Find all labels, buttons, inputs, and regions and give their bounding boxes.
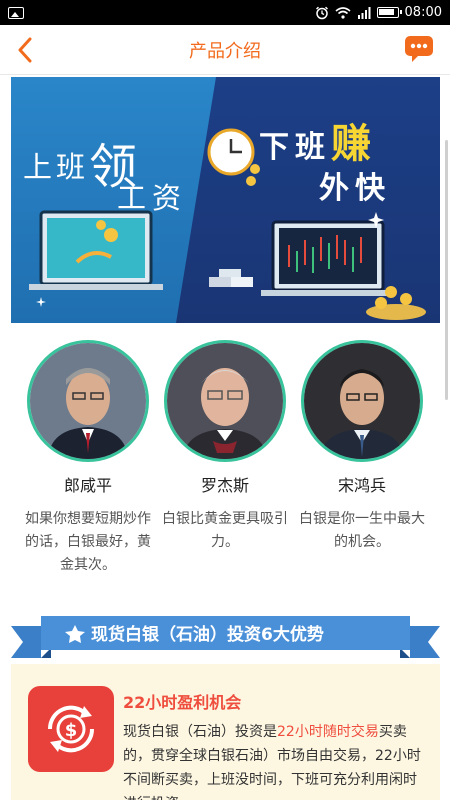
chat-button[interactable] (404, 35, 434, 63)
expert-name: 宋鸿兵 (337, 476, 386, 495)
expert-card[interactable]: 郎咸平 如果你想要短期炒作的话，白银最好，黄金其次。 (20, 340, 156, 577)
banner-right-line2: 外快 (319, 171, 391, 206)
avatar (301, 340, 423, 462)
svg-text:$: $ (65, 720, 78, 741)
wifi-icon (335, 6, 351, 19)
money-cycle-icon: $ (28, 686, 114, 772)
battery-icon (376, 7, 402, 18)
advantage-card: $ 22小时盈利机会 现货白银（石油）投资是22小时随时交易买卖的，贯穿全球白银… (11, 664, 440, 800)
expert-quote: 白银是你一生中最大的机会。 (299, 511, 425, 550)
expert-quote: 白银比黄金更具吸引力。 (162, 511, 288, 550)
advantage-title: 22小时盈利机会 (123, 693, 242, 712)
expert-quote: 如果你想要短期炒作的话，白银最好，黄金其次。 (25, 511, 151, 573)
promo-banner[interactable]: 上班领 工资 下班赚 外快 (11, 77, 440, 323)
experts-row: 郎咸平 如果你想要短期炒作的话，白银最好，黄金其次。 罗杰斯 白银比黄金更具吸引… (20, 340, 430, 577)
scrollbar[interactable] (445, 140, 448, 400)
alarm-icon (315, 6, 329, 20)
expert-name: 罗杰斯 (200, 476, 249, 495)
chat-bubble-icon (405, 36, 433, 62)
banner-left-line2: 工资 (117, 181, 188, 215)
expert-card[interactable]: 罗杰斯 白银比黄金更具吸引力。 (157, 340, 293, 577)
page-title: 产品介绍 (189, 40, 261, 62)
status-bar: 08:00 (0, 0, 450, 25)
banner-right-line1: 下班赚 (259, 121, 371, 167)
chevron-left-icon (18, 37, 32, 63)
back-button[interactable] (10, 35, 40, 65)
expert-name: 郎咸平 (63, 476, 112, 495)
advantage-text: 现货白银（石油）投资是22小时随时交易买卖的，贯穿全球白银石油）市场自由交易，2… (123, 724, 421, 800)
image-notification-icon (8, 6, 24, 19)
expert-card[interactable]: 宋鸿兵 白银是你一生中最大的机会。 (294, 340, 430, 577)
avatar (164, 340, 286, 462)
avatar (27, 340, 149, 462)
signal-icon (357, 6, 371, 19)
section-title: 现货白银（石油）投资6大优势 (91, 625, 324, 645)
app-header: 产品介绍 (0, 25, 450, 75)
status-time: 08:00 (404, 5, 442, 20)
